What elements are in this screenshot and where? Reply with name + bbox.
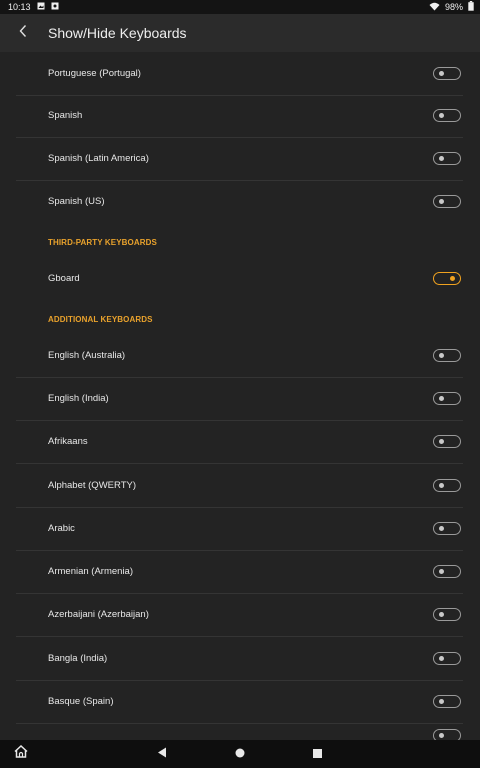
toggle-switch[interactable]	[433, 108, 461, 122]
toggle-switch[interactable]	[433, 521, 461, 535]
back-triangle-icon	[157, 745, 167, 763]
status-right: 98%	[429, 1, 474, 13]
nav-overview-button[interactable]	[307, 740, 327, 768]
list-item[interactable]: Arabic	[16, 507, 463, 551]
list-item-label: Spanish	[48, 110, 83, 121]
toggle-knob	[439, 70, 444, 76]
list-item-label: Basque (Spain)	[48, 696, 114, 707]
list-item[interactable]: Spanish (US)	[16, 180, 463, 223]
section-header-additional: ADDITIONAL KEYBOARDS	[48, 315, 153, 324]
list-item-label: Portuguese (Portugal)	[48, 68, 141, 79]
status-bar: 10:13 98%	[0, 0, 480, 14]
toggle-switch[interactable]	[433, 729, 461, 740]
screen: 10:13 98% Show/Hide Keyboards Portuguese…	[0, 0, 480, 768]
list-item-label: Afrikaans	[48, 436, 88, 447]
list-item-label: English (India)	[48, 393, 109, 404]
list-item[interactable]: English (Australia)	[16, 334, 463, 378]
page-title: Show/Hide Keyboards	[48, 25, 187, 41]
square-icon	[312, 745, 322, 763]
toggle-switch[interactable]	[433, 66, 461, 80]
list-item-label: English (Australia)	[48, 350, 126, 361]
toggle-knob	[439, 112, 444, 118]
toggle-switch[interactable]	[433, 348, 461, 362]
section-header-third-party: THIRD-PARTY KEYBOARDS	[48, 238, 157, 247]
toggle-knob	[439, 568, 444, 574]
toggle-knob	[439, 611, 444, 617]
toggle-switch[interactable]	[433, 151, 461, 165]
toggle-knob	[439, 395, 444, 401]
list-item[interactable]: Armenian (Armenia)	[16, 550, 463, 594]
toggle-switch[interactable]	[433, 271, 461, 285]
list-item[interactable]: English (India)	[16, 377, 463, 421]
toggle-knob	[439, 198, 444, 204]
toggle-knob	[439, 482, 444, 488]
navigation-bar	[0, 740, 480, 768]
notification-icon	[51, 2, 59, 12]
toggle-switch[interactable]	[433, 564, 461, 578]
toggle-knob	[439, 155, 444, 161]
toggle-knob	[450, 275, 455, 281]
toggle-knob	[439, 438, 444, 444]
toggle-switch[interactable]	[433, 694, 461, 708]
battery-percent: 98%	[444, 2, 463, 12]
list-item-label: Spanish (US)	[48, 196, 105, 207]
list-item[interactable]: Gboard	[16, 257, 463, 300]
toggle-switch[interactable]	[433, 607, 461, 621]
nav-back-button[interactable]	[152, 740, 172, 768]
list-item-label: Spanish (Latin America)	[48, 153, 149, 164]
list-item[interactable]: Bangla (India)	[16, 637, 463, 681]
list-item-partial[interactable]	[16, 723, 463, 740]
list-item[interactable]: Alphabet (QWERTY)	[16, 464, 463, 508]
list-item-label: Alphabet (QWERTY)	[48, 480, 136, 491]
wifi-icon	[429, 2, 440, 13]
nav-home-button[interactable]	[230, 740, 250, 768]
list-item-label: Armenian (Armenia)	[48, 566, 133, 577]
list-item-label: Gboard	[48, 273, 80, 284]
list-item[interactable]: Spanish	[16, 94, 463, 138]
toggle-knob	[439, 733, 444, 738]
list-item[interactable]: Spanish (Latin America)	[16, 137, 463, 181]
list-item[interactable]: Basque (Spain)	[16, 680, 463, 724]
list-item[interactable]: Azerbaijani (Azerbaijan)	[16, 593, 463, 637]
battery-icon	[468, 1, 474, 13]
list-item[interactable]: Afrikaans	[16, 420, 463, 464]
home-icon	[14, 744, 28, 763]
toggle-knob	[439, 698, 444, 704]
image-icon	[37, 2, 45, 12]
toggle-switch[interactable]	[433, 651, 461, 665]
toggle-switch[interactable]	[433, 434, 461, 448]
keyboard-list[interactable]: Portuguese (Portugal) Spanish Spanish (L…	[0, 52, 480, 740]
list-item-label: Bangla (India)	[48, 653, 108, 664]
list-item[interactable]: Portuguese (Portugal)	[16, 52, 463, 96]
list-item-label: Azerbaijani (Azerbaijan)	[48, 609, 149, 620]
back-button[interactable]	[0, 14, 46, 52]
chevron-left-icon	[18, 24, 28, 43]
toggle-knob	[439, 655, 444, 661]
toggle-switch[interactable]	[433, 478, 461, 492]
toggle-knob	[439, 352, 444, 358]
toggle-switch[interactable]	[433, 194, 461, 208]
list-item-label: Arabic	[48, 523, 75, 534]
app-bar: Show/Hide Keyboards	[0, 14, 480, 52]
home-button[interactable]	[10, 740, 32, 768]
toggle-switch[interactable]	[433, 391, 461, 405]
circle-icon	[235, 745, 245, 763]
toggle-knob	[439, 525, 444, 531]
status-time: 10:13	[8, 2, 31, 12]
